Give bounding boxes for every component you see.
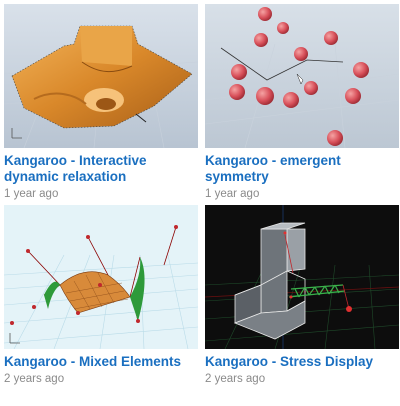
video-title-link[interactable]: Kangaroo - Interactive dynamic relaxatio… <box>4 153 198 185</box>
video-thumbnail[interactable] <box>4 4 198 148</box>
video-title-link[interactable]: Kangaroo - Mixed Elements <box>4 354 198 370</box>
video-thumbnail[interactable] <box>4 205 198 349</box>
video-age: 1 year ago <box>4 188 59 200</box>
video-title-link[interactable]: Kangaroo - Stress Display <box>205 354 399 370</box>
video-age: 1 year ago <box>205 188 260 200</box>
video-card[interactable]: Kangaroo - Mixed Elements 2 years ago <box>4 205 198 386</box>
video-age: 2 years ago <box>4 373 65 385</box>
video-title-link[interactable]: Kangaroo - emergent symmetry <box>205 153 399 185</box>
video-age: 2 years ago <box>205 373 266 385</box>
video-thumbnail[interactable] <box>205 205 399 349</box>
video-card[interactable]: Kangaroo - Stress Display 2 years ago <box>205 205 399 386</box>
video-card[interactable]: Kangaroo - emergent symmetry 1 year ago <box>205 4 399 201</box>
video-thumbnail[interactable] <box>205 4 399 148</box>
video-card[interactable]: Kangaroo - Interactive dynamic relaxatio… <box>4 4 198 201</box>
